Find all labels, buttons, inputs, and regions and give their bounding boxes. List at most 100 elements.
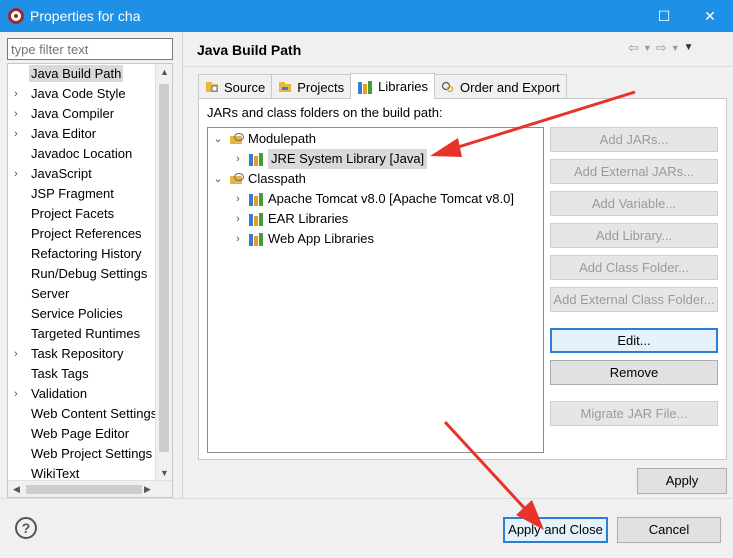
- tree-item-label: Task Repository: [31, 346, 124, 361]
- build-path-label: JARs and class folders on the build path…: [207, 105, 443, 120]
- tree-item[interactable]: Refactoring History: [8, 244, 172, 264]
- scroll-right-arrow-icon[interactable]: ▶: [139, 481, 156, 497]
- tree-item[interactable]: › JavaScript: [8, 164, 172, 184]
- tree-item[interactable]: JSP Fragment: [8, 184, 172, 204]
- vertical-scroll-thumb[interactable]: [159, 84, 169, 452]
- tree-item-label: Java Build Path: [29, 65, 124, 82]
- tree-item[interactable]: Web Page Editor: [8, 424, 172, 444]
- maximize-button[interactable]: ☐: [641, 0, 687, 32]
- tree-item[interactable]: › Validation: [8, 384, 172, 404]
- tree-item[interactable]: › Java Compiler: [8, 104, 172, 124]
- forward-dropdown-icon[interactable]: ▼: [671, 40, 680, 56]
- expand-right-icon[interactable]: ›: [14, 164, 18, 184]
- add-jars-button[interactable]: Add JARs...: [550, 127, 718, 152]
- tree-item-label: JavaScript: [31, 166, 92, 181]
- help-icon[interactable]: ?: [15, 517, 37, 539]
- cancel-button[interactable]: Cancel: [617, 517, 721, 543]
- tree-item[interactable]: Task Tags: [8, 364, 172, 384]
- back-dropdown-icon[interactable]: ▼: [643, 40, 652, 56]
- tree-node-ear-libraries[interactable]: › EAR Libraries: [232, 209, 348, 229]
- projects-icon: [278, 81, 292, 93]
- tree-item[interactable]: Targeted Runtimes: [8, 324, 172, 344]
- add-variable-button[interactable]: Add Variable...: [550, 191, 718, 216]
- tree-item[interactable]: › Java Code Style: [8, 84, 172, 104]
- title-bar: Properties for cha ☐ ✕: [0, 0, 733, 32]
- tab-label: Projects: [297, 79, 345, 95]
- vertical-scrollbar[interactable]: ▲ ▼: [155, 64, 172, 481]
- scroll-up-arrow-icon[interactable]: ▲: [156, 64, 172, 80]
- tree-item[interactable]: Run/Debug Settings: [8, 264, 172, 284]
- tree-item-label: Run/Debug Settings: [31, 266, 148, 281]
- add-library-button[interactable]: Add Library...: [550, 223, 718, 248]
- tree-item-label: Java Compiler: [31, 106, 115, 121]
- library-icon: [248, 152, 264, 166]
- tree-item[interactable]: Java Build Path: [8, 64, 172, 84]
- expand-right-icon[interactable]: ›: [14, 384, 18, 404]
- tree-item-label: JSP Fragment: [31, 186, 114, 201]
- close-button[interactable]: ✕: [687, 0, 733, 32]
- expand-right-icon[interactable]: ›: [232, 189, 244, 209]
- tab-libraries[interactable]: Libraries: [350, 73, 436, 99]
- tree-item[interactable]: Javadoc Location: [8, 144, 172, 164]
- expand-down-icon[interactable]: ⌄: [212, 129, 224, 149]
- expand-right-icon[interactable]: ›: [232, 229, 244, 249]
- expand-right-icon[interactable]: ›: [14, 344, 18, 364]
- apply-button[interactable]: Apply: [637, 468, 727, 494]
- back-arrow-icon[interactable]: ⇦: [628, 40, 639, 56]
- tree-node-web-app-libraries[interactable]: › Web App Libraries: [232, 229, 374, 249]
- expand-right-icon[interactable]: ›: [14, 124, 18, 144]
- history-nav: ⇦ ▼ ⇨ ▼ ▼: [628, 40, 694, 56]
- build-path-tree[interactable]: ⌄ Modulepath › JRE System Library [Java]…: [207, 127, 544, 453]
- scroll-left-arrow-icon[interactable]: ◀: [8, 481, 25, 497]
- build-path-tabs: Source Projects Libraries Order and Expo…: [198, 73, 567, 99]
- scroll-down-arrow-icon[interactable]: ▼: [156, 465, 172, 481]
- tree-item-label: Web Project Settings: [31, 446, 153, 461]
- library-icon: [248, 192, 264, 206]
- tree-node-classpath[interactable]: ⌄ Classpath: [212, 169, 305, 189]
- edit-button[interactable]: Edit...: [550, 328, 718, 353]
- tab-projects[interactable]: Projects: [271, 74, 352, 99]
- horizontal-scroll-thumb[interactable]: [26, 485, 142, 494]
- filter-input[interactable]: [7, 38, 173, 60]
- tab-source[interactable]: Source: [198, 74, 273, 99]
- tree-item[interactable]: Project References: [8, 224, 172, 244]
- add-class-folder-button[interactable]: Add Class Folder...: [550, 255, 718, 280]
- expand-right-icon[interactable]: ›: [232, 209, 244, 229]
- view-menu-icon[interactable]: ▼: [684, 40, 694, 56]
- tree-node-jre-system-library[interactable]: › JRE System Library [Java]: [232, 149, 428, 169]
- tree-item[interactable]: › Java Editor: [8, 124, 172, 144]
- header-separator: [183, 66, 733, 67]
- tree-item-label: Web Content Settings: [31, 406, 158, 421]
- expand-right-icon[interactable]: ›: [14, 104, 18, 124]
- add-external-jars-button[interactable]: Add External JARs...: [550, 159, 718, 184]
- forward-arrow-icon[interactable]: ⇨: [656, 40, 667, 56]
- libraries-icon: [357, 80, 373, 94]
- tab-order-and-export[interactable]: Order and Export: [434, 74, 567, 99]
- apply-and-close-button[interactable]: Apply and Close: [503, 517, 608, 543]
- classpath-folder-icon: [228, 172, 244, 186]
- order-export-icon: [441, 81, 455, 93]
- expand-right-icon[interactable]: ›: [14, 84, 18, 104]
- window-title: Properties for cha: [30, 8, 141, 24]
- pane-divider[interactable]: [182, 32, 183, 498]
- horizontal-scrollbar[interactable]: ◀ ▶: [8, 480, 172, 497]
- tree-item[interactable]: Web Content Settings: [8, 404, 172, 424]
- remove-button[interactable]: Remove: [550, 360, 718, 385]
- library-icon: [248, 212, 264, 226]
- tree-item[interactable]: Web Project Settings: [8, 444, 172, 464]
- tree-item[interactable]: Server: [8, 284, 172, 304]
- tree-item[interactable]: Service Policies: [8, 304, 172, 324]
- expand-right-icon[interactable]: ›: [232, 149, 244, 169]
- expand-down-icon[interactable]: ⌄: [212, 169, 224, 189]
- migrate-jar-button[interactable]: Migrate JAR File...: [550, 401, 718, 426]
- library-icon: [248, 232, 264, 246]
- tree-node-modulepath[interactable]: ⌄ Modulepath: [212, 129, 316, 149]
- tree-item-label: Java Editor: [31, 126, 97, 141]
- tree-item[interactable]: › Task Repository: [8, 344, 172, 364]
- tree-node-apache-tomcat[interactable]: › Apache Tomcat v8.0 [Apache Tomcat v8.0…: [232, 189, 514, 209]
- tree-item-label: Targeted Runtimes: [31, 326, 141, 341]
- add-external-class-folder-button[interactable]: Add External Class Folder...: [550, 287, 718, 312]
- tree-item[interactable]: Project Facets: [8, 204, 172, 224]
- tree-item-label: WikiText: [31, 466, 80, 481]
- eclipse-app-icon: [8, 8, 24, 24]
